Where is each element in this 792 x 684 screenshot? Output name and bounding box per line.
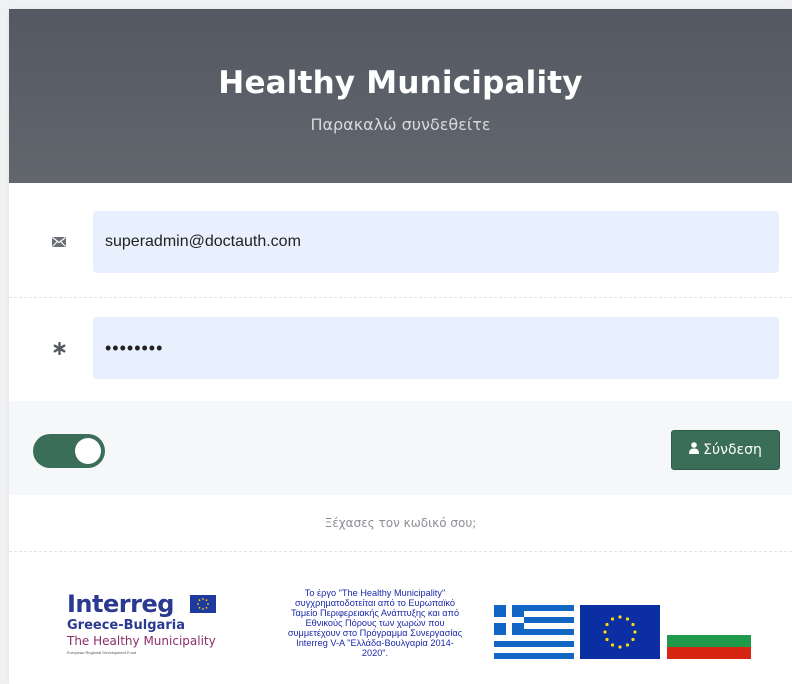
interreg-fund: European Regional Development Fund — [67, 650, 137, 655]
envelope-icon — [51, 235, 67, 249]
funding-line: Το έργο "The Healthy Municipality" — [304, 588, 446, 598]
eu-flag-icon — [580, 605, 660, 659]
app-title: Healthy Municipality — [218, 65, 583, 101]
interreg-logo: Interreg Greece-Bulgaria The Healthy Mun… — [67, 592, 237, 662]
email-field[interactable] — [93, 211, 779, 273]
interreg-region: Greece-Bulgaria — [67, 618, 185, 633]
remember-me-toggle[interactable] — [33, 434, 105, 468]
login-subtitle: Παρακαλώ συνδεθείτε — [310, 115, 491, 134]
login-header: Healthy Municipality Παρακαλώ συνδεθείτε — [9, 9, 792, 183]
password-field[interactable] — [93, 317, 779, 379]
asterisk-icon — [51, 341, 67, 355]
login-card: Healthy Municipality Παρακαλώ συνδεθείτε — [9, 9, 792, 684]
funding-line: Interreg V-A "Ελλάδα-Βουλγαρία 2014- — [296, 638, 454, 648]
user-icon — [689, 442, 700, 458]
funding-statement: Το έργο "The Healthy Municipality" συγχρ… — [261, 588, 489, 658]
forgot-password-link[interactable]: Ξέχασες τον κωδικό σου; — [9, 495, 792, 552]
footer-logos: Interreg Greece-Bulgaria The Healthy Mun… — [9, 552, 792, 684]
password-row — [9, 297, 792, 402]
funding-line: Εθνικούς Πόρους των χωρών που — [305, 618, 445, 628]
bulgaria-flag-icon — [667, 623, 751, 659]
funding-line: συμμετέχουν στο Πρόγραμμα Συνεργασίας — [287, 628, 463, 638]
login-actions: Σύνδεση — [9, 401, 792, 495]
funding-line: συγχρηματοδοτείται από το Ευρωπαϊκό — [295, 598, 455, 608]
funding-line: 2020". — [361, 648, 389, 658]
email-row — [9, 183, 792, 298]
funding-line: Ταμείο Περιφερειακής Ανάπτυξης και από — [290, 608, 460, 618]
login-button[interactable]: Σύνδεση — [671, 430, 780, 470]
eu-flag-small-icon — [190, 595, 216, 613]
greece-flag-icon — [494, 605, 574, 659]
interreg-project: The Healthy Municipality — [67, 634, 216, 648]
login-button-label: Σύνδεση — [703, 442, 762, 458]
toggle-knob — [75, 438, 101, 464]
